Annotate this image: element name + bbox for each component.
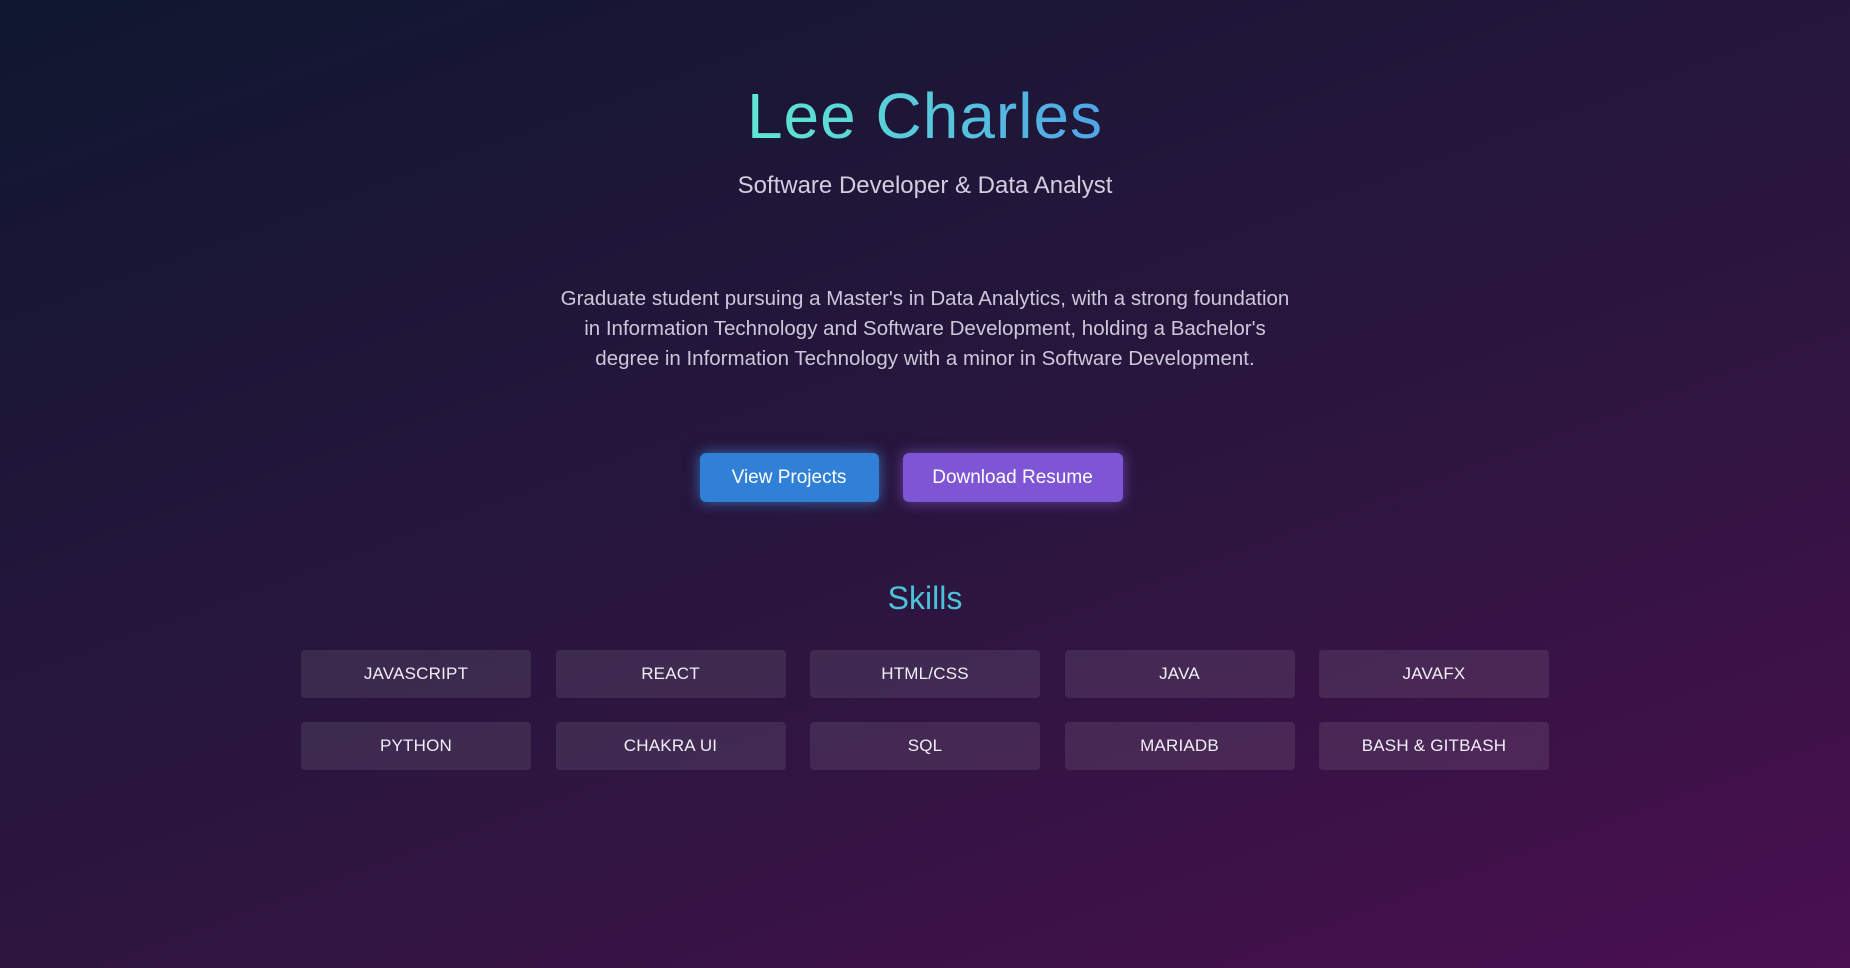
page-title: Lee Charles	[0, 78, 1850, 154]
skill-tag: MARIADB	[1064, 722, 1295, 770]
skill-tag: CHAKRA UI	[555, 722, 786, 770]
action-buttons: View Projects Download Resume	[0, 453, 1850, 502]
name-text: Lee Charles	[746, 80, 1104, 152]
download-resume-button[interactable]: Download Resume	[902, 453, 1123, 502]
skill-tag: REACT	[555, 650, 786, 698]
skill-tag: JAVA	[1064, 650, 1295, 698]
skill-tag: BASH & GITBASH	[1319, 722, 1549, 770]
subtitle: Software Developer & Data Analyst	[737, 172, 1113, 199]
skill-tag: HTML/CSS	[810, 650, 1040, 698]
skill-tag: SQL	[810, 722, 1040, 770]
view-projects-button[interactable]: View Projects	[699, 453, 879, 502]
bio-paragraph: Graduate student pursuing a Master's in …	[560, 287, 1290, 370]
skill-tag: PYTHON	[301, 722, 531, 770]
skills-heading: Skills	[887, 580, 963, 616]
skill-tag: JAVAFX	[1319, 650, 1549, 698]
skill-tag: JAVASCRIPT	[301, 650, 531, 698]
skills-grid: JAVASCRIPT REACT HTML/CSS JAVA JAVAFX PY…	[301, 650, 1549, 770]
